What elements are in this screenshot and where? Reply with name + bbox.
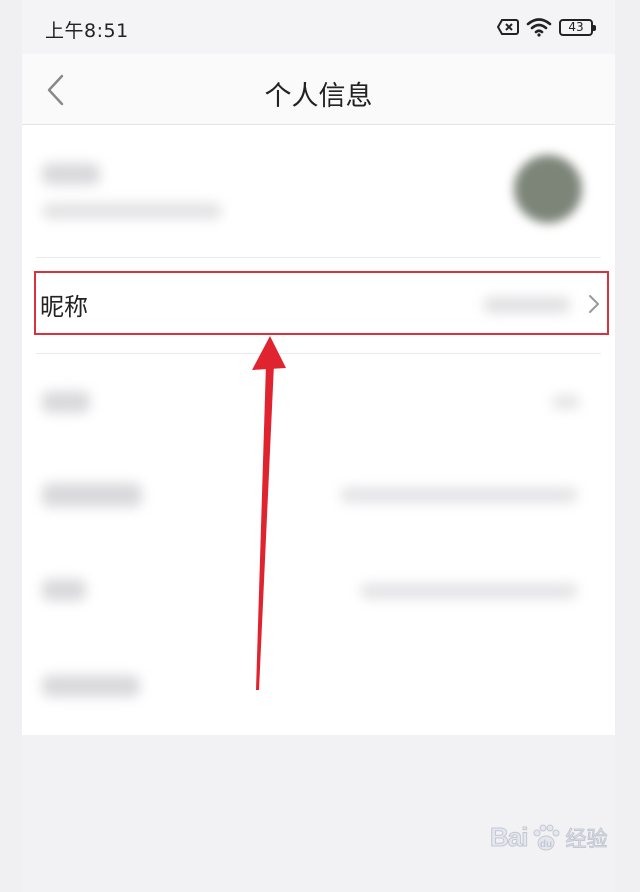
watermark-brand: Bai (489, 822, 528, 853)
watermark-brand-suffix: du (540, 839, 552, 850)
watermark-sub: 经验 (565, 826, 608, 851)
annotation-arrow (252, 336, 286, 690)
baidu-watermark: Bai du 经验 (489, 822, 608, 853)
paw-icon: du (533, 824, 560, 850)
